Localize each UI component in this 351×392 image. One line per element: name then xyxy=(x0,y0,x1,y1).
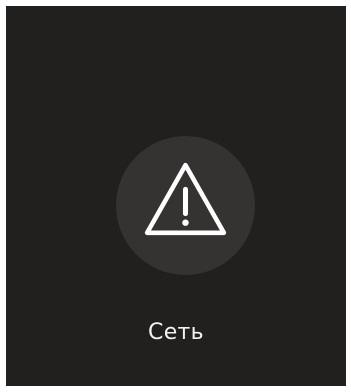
warning-icon-circle xyxy=(116,136,255,275)
warning-icon xyxy=(144,162,227,236)
tile-label: Сеть xyxy=(148,320,204,345)
network-tile[interactable]: Сеть xyxy=(6,6,346,386)
